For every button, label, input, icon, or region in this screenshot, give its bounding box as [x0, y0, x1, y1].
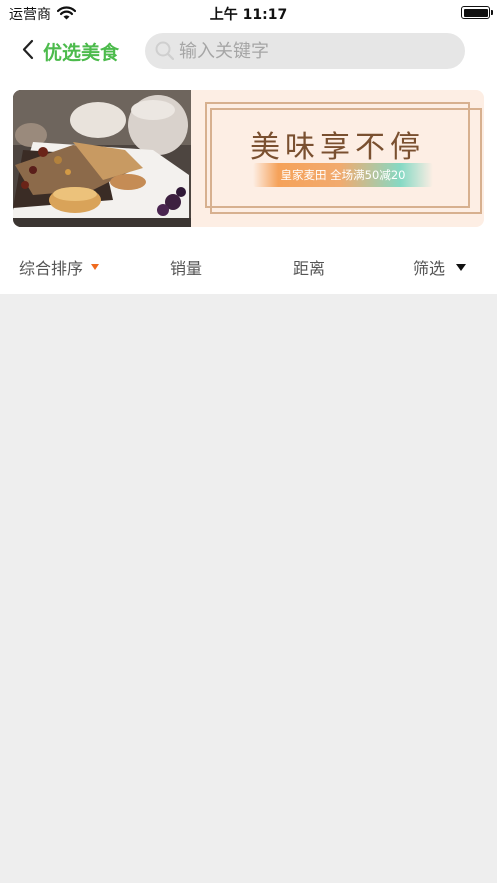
filter-distance[interactable]: 距离 [293, 255, 325, 279]
filter-distance-label: 距离 [293, 259, 326, 278]
status-time: 上午 11:17 [209, 7, 288, 23]
filter-screen[interactable]: 筛选 [413, 255, 467, 279]
filter-sort[interactable]: 综合排序 [19, 255, 100, 279]
page-title: 优选美食 [43, 42, 120, 64]
filter-sales[interactable]: 销量 [170, 255, 202, 279]
status-bar: 运营商 上午 11:17 [0, 0, 497, 26]
chevron-left-icon[interactable] [18, 37, 44, 63]
battery-level [463, 8, 488, 17]
filter-sales-label: 销量 [170, 259, 203, 278]
caret-down-icon [91, 264, 100, 270]
header-panel: 运营商 上午 11:17 优选美食 输入关键字 美味享不停 皇家麦田 全场满50… [0, 0, 497, 294]
promo-subline: 皇家麦田 全场满50减20 [280, 168, 406, 182]
content-area [0, 294, 497, 883]
search-bar[interactable] [145, 33, 465, 69]
filter-sort-label: 综合排序 [19, 259, 84, 278]
search-input[interactable] [179, 33, 459, 69]
promo-headline: 美味享不停 [250, 130, 425, 165]
promo-panel: 美味享不停 皇家麦田 全场满50减20 [191, 90, 484, 227]
filter-screen-label: 筛选 [413, 259, 446, 278]
battery-icon [461, 6, 490, 19]
search-icon [155, 41, 175, 65]
battery-cap [491, 10, 493, 15]
food-photo [13, 90, 191, 227]
caret-down-icon [456, 263, 467, 271]
promo-banner[interactable]: 美味享不停 皇家麦田 全场满50减20 [13, 90, 484, 227]
